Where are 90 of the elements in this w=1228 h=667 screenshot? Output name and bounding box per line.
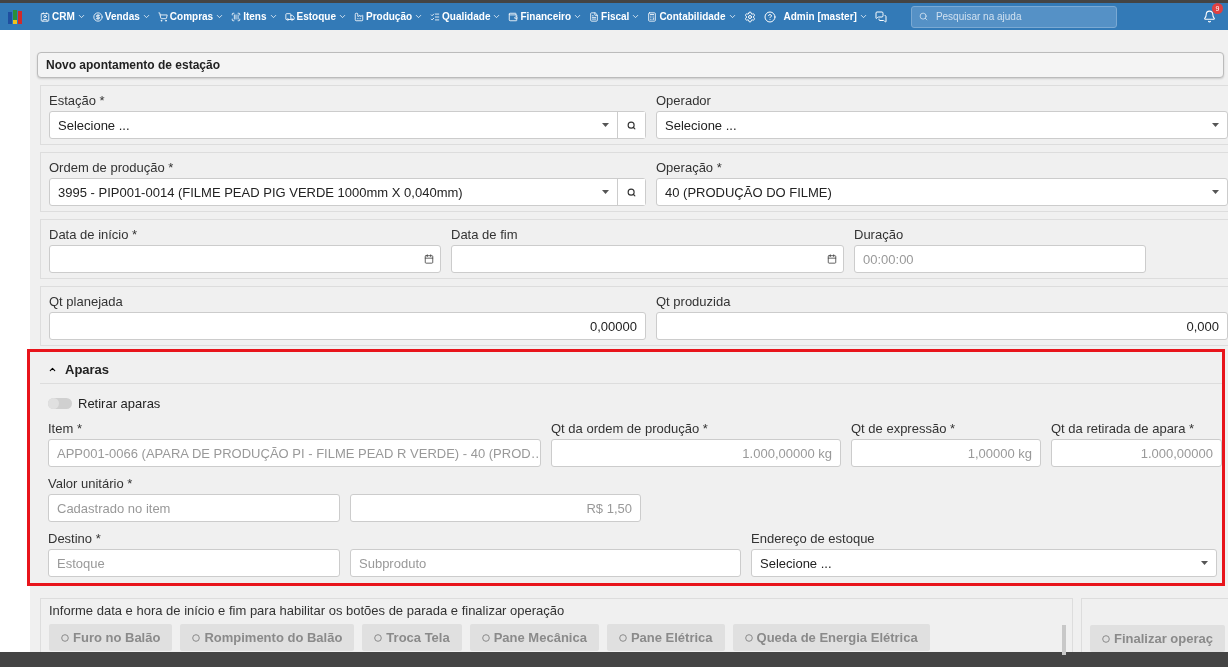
menu-icon: [231, 11, 242, 22]
field-label: Data de fim: [451, 226, 519, 243]
menu-icon: [284, 11, 295, 22]
circle-icon: [192, 633, 201, 642]
calendar-icon: [827, 254, 837, 264]
search-button[interactable]: [617, 112, 645, 138]
caret-icon: [1201, 561, 1208, 565]
field-label: Estação *: [49, 92, 106, 109]
hint-text: Informe data e hora de início e fim para habilitar os botões de parada e finalizar operação: [49, 603, 566, 618]
scrollbar-thumb[interactable]: [1062, 625, 1066, 655]
help-icon[interactable]: [763, 10, 776, 23]
settings-icon[interactable]: [743, 10, 756, 23]
select-field[interactable]: 3995 - PIP001-0014 (FILME PEAD PIG VERDE 1000mm X 0,040mm): [49, 178, 646, 206]
field-label: Ordem de produção *: [49, 159, 175, 176]
select-field[interactable]: Selecione ...: [656, 111, 1228, 139]
toggle-switch[interactable]: [48, 397, 72, 409]
field-label: Qt da retirada de apara *: [1051, 420, 1196, 437]
chevron-icon: [631, 12, 641, 21]
search-icon: [918, 11, 928, 21]
field-label: Qt planejada: [49, 293, 124, 310]
calendar-icon: [424, 254, 434, 264]
field-label: Operador: [656, 92, 712, 109]
field-label: Qt produzida: [656, 293, 732, 310]
nav-menu-item[interactable]: Qualidade: [430, 11, 502, 22]
chevron-icon: [858, 12, 868, 21]
select-field[interactable]: Selecione ...: [751, 549, 1217, 577]
nav-menu-item[interactable]: Compras: [157, 11, 225, 22]
chevron-icon: [337, 12, 347, 21]
input-field[interactable]: 00:00:00: [854, 245, 1146, 273]
search-icon: [627, 120, 636, 130]
menu-icon: [92, 11, 103, 22]
nav-menu-item[interactable]: Estoque: [284, 11, 347, 22]
input-field[interactable]: 0,000: [656, 312, 1228, 340]
chat-icon[interactable]: [874, 10, 887, 23]
circle-icon: [374, 633, 383, 642]
search-button[interactable]: [617, 179, 645, 205]
field-label: Endereço de estoque: [751, 530, 876, 547]
nav-menu-item[interactable]: Contabilidade: [647, 11, 737, 22]
field-label: Data de início *: [49, 226, 139, 243]
menu-icon: [589, 11, 600, 22]
menu-icon: [353, 11, 364, 22]
circle-icon: [481, 633, 490, 642]
date-field[interactable]: [49, 245, 441, 273]
chevron-icon: [414, 12, 424, 21]
nav-menu-item[interactable]: Produção: [353, 11, 424, 22]
field-label: Qt da ordem de produção *: [551, 420, 709, 437]
field-label: Item *: [48, 420, 83, 437]
circle-icon: [61, 633, 69, 642]
circle-icon: [618, 633, 627, 642]
caret-icon: [48, 365, 57, 374]
field-label: Operação *: [656, 159, 723, 176]
help-search-field[interactable]: Pesquisar na ajuda: [910, 5, 1117, 28]
user-menu[interactable]: Admin [master]: [783, 11, 868, 22]
chevron-icon: [141, 12, 151, 21]
page-title: Novo apontamento de estação: [46, 58, 221, 72]
date-field[interactable]: [451, 245, 844, 273]
menu-icon: [40, 11, 50, 22]
input-field[interactable]: 0,00000: [49, 312, 646, 340]
menu-icon: [647, 11, 658, 22]
section-title: Aparas: [65, 362, 110, 377]
circle-icon: [1102, 634, 1110, 643]
search-icon: [627, 187, 636, 197]
toggle-label: Retirar aparas: [78, 395, 161, 411]
nav-menu-item[interactable]: CRM: [40, 11, 86, 22]
section-header[interactable]: Aparas: [40, 356, 1222, 384]
caret-icon: [602, 123, 609, 127]
chevron-icon: [215, 12, 225, 21]
field-label: Qt de expressão *: [851, 420, 957, 437]
bell-icon[interactable]: [1203, 10, 1216, 23]
field-label: Duração: [854, 226, 905, 243]
menu-icon: [157, 11, 168, 22]
circle-icon: [744, 633, 753, 642]
chevron-icon: [492, 12, 502, 21]
nav-menu-item[interactable]: Itens: [231, 11, 278, 22]
menu-icon: [508, 11, 519, 22]
field-label: Destino *: [48, 530, 102, 547]
caret-icon: [602, 190, 609, 194]
field-label: Valor unitário *: [48, 475, 134, 492]
nav-menu-item[interactable]: Financeiro: [508, 11, 583, 22]
chevron-icon: [76, 12, 86, 21]
menu-icon: [430, 11, 441, 22]
chevron-icon: [727, 12, 737, 21]
nav-menu-item[interactable]: Fiscal: [589, 11, 641, 22]
nav-menu-item[interactable]: Vendas: [92, 11, 151, 22]
select-field[interactable]: Selecione ...: [49, 111, 646, 139]
caret-icon: [1212, 123, 1219, 127]
chevron-icon: [573, 12, 583, 21]
caret-icon: [1212, 190, 1219, 194]
chevron-icon: [268, 12, 278, 21]
select-field[interactable]: 40 (PRODUÇÃO DO FILME): [656, 178, 1228, 206]
